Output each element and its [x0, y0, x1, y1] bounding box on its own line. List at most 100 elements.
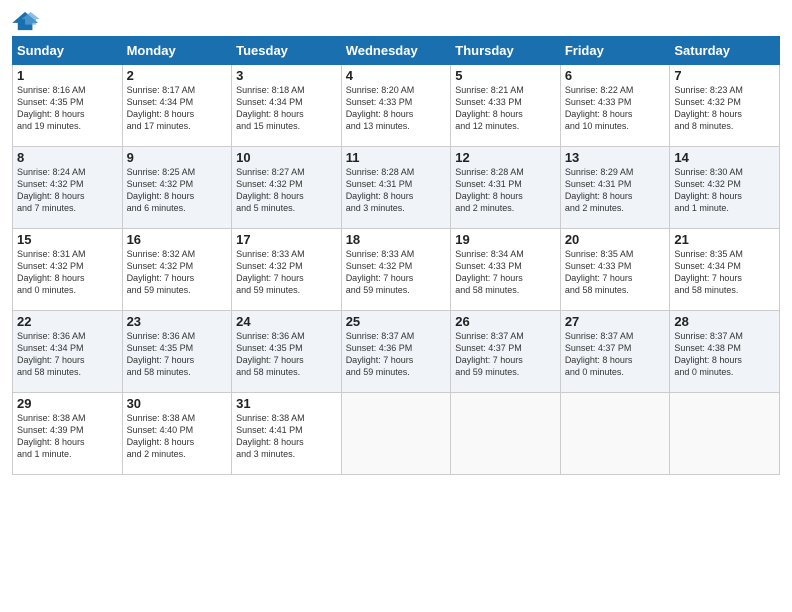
cell-info: Sunrise: 8:38 AM Sunset: 4:41 PM Dayligh… [236, 412, 337, 461]
calendar-cell: 12Sunrise: 8:28 AM Sunset: 4:31 PM Dayli… [451, 147, 561, 229]
cell-info: Sunrise: 8:35 AM Sunset: 4:34 PM Dayligh… [674, 248, 775, 297]
calendar-cell: 16Sunrise: 8:32 AM Sunset: 4:32 PM Dayli… [122, 229, 232, 311]
calendar-table: SundayMondayTuesdayWednesdayThursdayFrid… [12, 36, 780, 475]
calendar-cell: 22Sunrise: 8:36 AM Sunset: 4:34 PM Dayli… [13, 311, 123, 393]
calendar-cell: 17Sunrise: 8:33 AM Sunset: 4:32 PM Dayli… [232, 229, 342, 311]
cell-info: Sunrise: 8:28 AM Sunset: 4:31 PM Dayligh… [346, 166, 447, 215]
day-number: 25 [346, 314, 447, 329]
cell-info: Sunrise: 8:25 AM Sunset: 4:32 PM Dayligh… [127, 166, 228, 215]
day-number: 19 [455, 232, 556, 247]
cell-info: Sunrise: 8:18 AM Sunset: 4:34 PM Dayligh… [236, 84, 337, 133]
day-number: 9 [127, 150, 228, 165]
logo [12, 10, 42, 32]
cell-info: Sunrise: 8:37 AM Sunset: 4:36 PM Dayligh… [346, 330, 447, 379]
col-header-tuesday: Tuesday [232, 37, 342, 65]
day-number: 4 [346, 68, 447, 83]
cell-info: Sunrise: 8:27 AM Sunset: 4:32 PM Dayligh… [236, 166, 337, 215]
cell-info: Sunrise: 8:35 AM Sunset: 4:33 PM Dayligh… [565, 248, 666, 297]
logo-icon [12, 10, 40, 32]
calendar-week-row: 1Sunrise: 8:16 AM Sunset: 4:35 PM Daylig… [13, 65, 780, 147]
day-number: 6 [565, 68, 666, 83]
calendar-header-row: SundayMondayTuesdayWednesdayThursdayFrid… [13, 37, 780, 65]
calendar-cell: 18Sunrise: 8:33 AM Sunset: 4:32 PM Dayli… [341, 229, 451, 311]
calendar-cell: 24Sunrise: 8:36 AM Sunset: 4:35 PM Dayli… [232, 311, 342, 393]
day-number: 8 [17, 150, 118, 165]
cell-info: Sunrise: 8:34 AM Sunset: 4:33 PM Dayligh… [455, 248, 556, 297]
day-number: 31 [236, 396, 337, 411]
calendar-cell: 13Sunrise: 8:29 AM Sunset: 4:31 PM Dayli… [560, 147, 670, 229]
calendar-cell: 30Sunrise: 8:38 AM Sunset: 4:40 PM Dayli… [122, 393, 232, 475]
day-number: 2 [127, 68, 228, 83]
col-header-monday: Monday [122, 37, 232, 65]
calendar-cell: 1Sunrise: 8:16 AM Sunset: 4:35 PM Daylig… [13, 65, 123, 147]
calendar-cell: 2Sunrise: 8:17 AM Sunset: 4:34 PM Daylig… [122, 65, 232, 147]
calendar-cell: 19Sunrise: 8:34 AM Sunset: 4:33 PM Dayli… [451, 229, 561, 311]
calendar-cell: 8Sunrise: 8:24 AM Sunset: 4:32 PM Daylig… [13, 147, 123, 229]
calendar-week-row: 15Sunrise: 8:31 AM Sunset: 4:32 PM Dayli… [13, 229, 780, 311]
calendar-cell: 14Sunrise: 8:30 AM Sunset: 4:32 PM Dayli… [670, 147, 780, 229]
day-number: 18 [346, 232, 447, 247]
day-number: 7 [674, 68, 775, 83]
day-number: 26 [455, 314, 556, 329]
calendar-cell: 4Sunrise: 8:20 AM Sunset: 4:33 PM Daylig… [341, 65, 451, 147]
cell-info: Sunrise: 8:33 AM Sunset: 4:32 PM Dayligh… [236, 248, 337, 297]
cell-info: Sunrise: 8:30 AM Sunset: 4:32 PM Dayligh… [674, 166, 775, 215]
day-number: 13 [565, 150, 666, 165]
day-number: 23 [127, 314, 228, 329]
calendar-cell [341, 393, 451, 475]
cell-info: Sunrise: 8:21 AM Sunset: 4:33 PM Dayligh… [455, 84, 556, 133]
cell-info: Sunrise: 8:22 AM Sunset: 4:33 PM Dayligh… [565, 84, 666, 133]
calendar-cell: 31Sunrise: 8:38 AM Sunset: 4:41 PM Dayli… [232, 393, 342, 475]
cell-info: Sunrise: 8:29 AM Sunset: 4:31 PM Dayligh… [565, 166, 666, 215]
day-number: 12 [455, 150, 556, 165]
cell-info: Sunrise: 8:17 AM Sunset: 4:34 PM Dayligh… [127, 84, 228, 133]
cell-info: Sunrise: 8:32 AM Sunset: 4:32 PM Dayligh… [127, 248, 228, 297]
day-number: 21 [674, 232, 775, 247]
cell-info: Sunrise: 8:23 AM Sunset: 4:32 PM Dayligh… [674, 84, 775, 133]
calendar-cell [451, 393, 561, 475]
calendar-cell: 3Sunrise: 8:18 AM Sunset: 4:34 PM Daylig… [232, 65, 342, 147]
calendar-cell: 11Sunrise: 8:28 AM Sunset: 4:31 PM Dayli… [341, 147, 451, 229]
cell-info: Sunrise: 8:24 AM Sunset: 4:32 PM Dayligh… [17, 166, 118, 215]
day-number: 11 [346, 150, 447, 165]
day-number: 29 [17, 396, 118, 411]
calendar-cell: 6Sunrise: 8:22 AM Sunset: 4:33 PM Daylig… [560, 65, 670, 147]
col-header-friday: Friday [560, 37, 670, 65]
cell-info: Sunrise: 8:20 AM Sunset: 4:33 PM Dayligh… [346, 84, 447, 133]
calendar-cell: 5Sunrise: 8:21 AM Sunset: 4:33 PM Daylig… [451, 65, 561, 147]
calendar-cell: 27Sunrise: 8:37 AM Sunset: 4:37 PM Dayli… [560, 311, 670, 393]
calendar-cell: 29Sunrise: 8:38 AM Sunset: 4:39 PM Dayli… [13, 393, 123, 475]
day-number: 14 [674, 150, 775, 165]
calendar-cell: 21Sunrise: 8:35 AM Sunset: 4:34 PM Dayli… [670, 229, 780, 311]
calendar-cell: 23Sunrise: 8:36 AM Sunset: 4:35 PM Dayli… [122, 311, 232, 393]
calendar-cell: 26Sunrise: 8:37 AM Sunset: 4:37 PM Dayli… [451, 311, 561, 393]
day-number: 10 [236, 150, 337, 165]
col-header-thursday: Thursday [451, 37, 561, 65]
cell-info: Sunrise: 8:36 AM Sunset: 4:34 PM Dayligh… [17, 330, 118, 379]
day-number: 24 [236, 314, 337, 329]
day-number: 17 [236, 232, 337, 247]
cell-info: Sunrise: 8:36 AM Sunset: 4:35 PM Dayligh… [236, 330, 337, 379]
day-number: 16 [127, 232, 228, 247]
day-number: 1 [17, 68, 118, 83]
day-number: 15 [17, 232, 118, 247]
cell-info: Sunrise: 8:37 AM Sunset: 4:37 PM Dayligh… [455, 330, 556, 379]
col-header-sunday: Sunday [13, 37, 123, 65]
cell-info: Sunrise: 8:31 AM Sunset: 4:32 PM Dayligh… [17, 248, 118, 297]
calendar-cell: 20Sunrise: 8:35 AM Sunset: 4:33 PM Dayli… [560, 229, 670, 311]
cell-info: Sunrise: 8:37 AM Sunset: 4:37 PM Dayligh… [565, 330, 666, 379]
col-header-wednesday: Wednesday [341, 37, 451, 65]
calendar-week-row: 29Sunrise: 8:38 AM Sunset: 4:39 PM Dayli… [13, 393, 780, 475]
calendar-cell: 10Sunrise: 8:27 AM Sunset: 4:32 PM Dayli… [232, 147, 342, 229]
calendar-cell: 28Sunrise: 8:37 AM Sunset: 4:38 PM Dayli… [670, 311, 780, 393]
calendar-cell [670, 393, 780, 475]
cell-info: Sunrise: 8:36 AM Sunset: 4:35 PM Dayligh… [127, 330, 228, 379]
day-number: 5 [455, 68, 556, 83]
day-number: 30 [127, 396, 228, 411]
page-container: SundayMondayTuesdayWednesdayThursdayFrid… [0, 0, 792, 483]
cell-info: Sunrise: 8:33 AM Sunset: 4:32 PM Dayligh… [346, 248, 447, 297]
calendar-cell [560, 393, 670, 475]
col-header-saturday: Saturday [670, 37, 780, 65]
day-number: 3 [236, 68, 337, 83]
cell-info: Sunrise: 8:28 AM Sunset: 4:31 PM Dayligh… [455, 166, 556, 215]
